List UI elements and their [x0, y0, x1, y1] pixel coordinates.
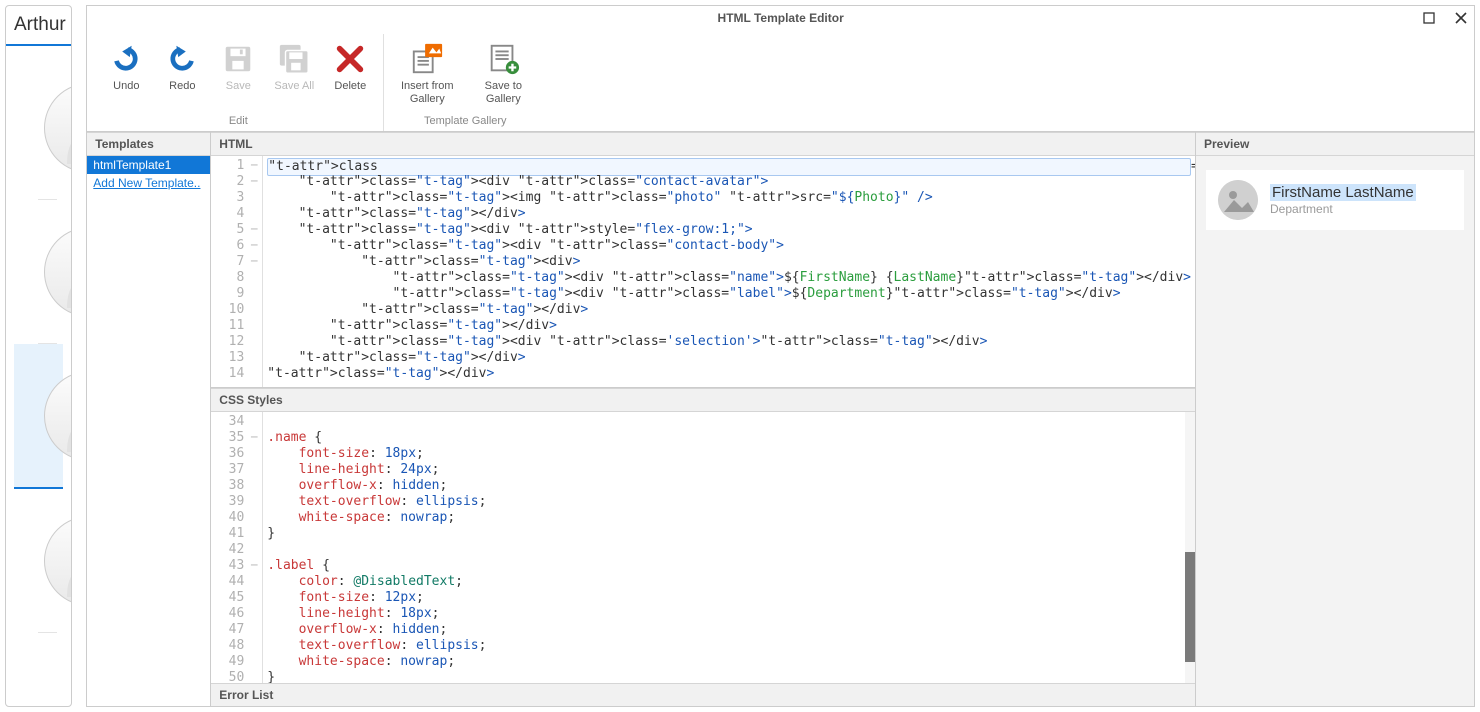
- delete-button[interactable]: Delete: [327, 38, 373, 113]
- redo-label: Redo: [169, 80, 195, 93]
- preview-header: Preview: [1196, 132, 1474, 156]
- center-pane: HTML 1−2−3 4 5−6−7−8 9 10 11 12 13 14 "t…: [211, 132, 1195, 706]
- close-icon: [1455, 12, 1467, 24]
- person-icon: [59, 92, 71, 164]
- html-editor[interactable]: 1−2−3 4 5−6−7−8 9 10 11 12 13 14 "t-attr…: [211, 156, 1195, 388]
- undo-label: Undo: [113, 80, 139, 93]
- window-title: HTML Template Editor: [718, 11, 844, 25]
- save-all-icon: [277, 42, 311, 76]
- save-all-label: Save All: [274, 80, 314, 93]
- css-scrollbar-thumb[interactable]: [1185, 552, 1195, 662]
- save-icon: [221, 42, 255, 76]
- save-to-gallery-icon: [486, 42, 520, 76]
- insert-from-gallery-icon: [410, 42, 444, 76]
- save-to-gallery-button[interactable]: Save to Gallery: [470, 38, 536, 113]
- ribbon-group-title-edit: Edit: [229, 113, 248, 131]
- ribbon-group-edit: Undo Redo Save Save All Delete: [93, 34, 384, 131]
- person-icon: [59, 236, 71, 308]
- delete-label: Delete: [334, 80, 366, 93]
- preview-pane: Preview FirstName LastName Department: [1195, 132, 1474, 706]
- contact-list[interactable]: John Heart Management Samantha Bright Ma…: [6, 46, 71, 706]
- add-new-template-link[interactable]: Add New Template..: [87, 174, 210, 192]
- ribbon-group-title-gallery: Template Gallery: [424, 113, 507, 131]
- save-label: Save: [226, 80, 251, 93]
- person-icon: [59, 525, 71, 597]
- templates-pane: Templates htmlTemplate1 Add New Template…: [87, 132, 211, 706]
- title-bar: HTML Template Editor: [87, 6, 1474, 30]
- html-header: HTML: [211, 132, 1195, 156]
- preview-department: Department: [1270, 202, 1416, 216]
- undo-icon: [109, 42, 143, 76]
- avatar: [44, 516, 71, 606]
- template-editor-window: HTML Template Editor Undo Redo Save: [86, 5, 1475, 707]
- save-button[interactable]: Save: [215, 38, 261, 113]
- save-all-button[interactable]: Save All: [271, 38, 317, 113]
- css-editor[interactable]: 34 35−36 37 38 39 40 41 42 43−44 45 46 4…: [211, 412, 1195, 683]
- preview-card: FirstName LastName Department: [1206, 170, 1464, 230]
- avatar: [44, 83, 71, 173]
- templates-header: Templates: [87, 132, 210, 156]
- contact-item[interactable]: John Heart Management: [38, 56, 57, 200]
- contact-item[interactable]: Robert Reagan Management: [38, 489, 57, 633]
- maximize-button[interactable]: [1420, 9, 1438, 27]
- redo-button[interactable]: Redo: [159, 38, 205, 113]
- css-scrollbar-track[interactable]: [1185, 412, 1195, 683]
- avatar: [44, 227, 71, 317]
- redo-icon: [165, 42, 199, 76]
- insert-from-gallery-button[interactable]: Insert from Gallery: [394, 38, 460, 113]
- save-to-gallery-label: Save to Gallery: [470, 80, 536, 106]
- image-placeholder-icon: [1218, 180, 1258, 220]
- maximize-icon: [1423, 12, 1435, 24]
- ribbon: Undo Redo Save Save All Delete: [87, 30, 1474, 132]
- person-icon: [59, 380, 71, 452]
- error-list-header[interactable]: Error List: [211, 683, 1195, 706]
- undo-button[interactable]: Undo: [103, 38, 149, 113]
- avatar: [44, 371, 71, 461]
- close-button[interactable]: [1452, 9, 1470, 27]
- editor-area: Templates htmlTemplate1 Add New Template…: [87, 132, 1474, 706]
- delete-icon: [333, 42, 367, 76]
- contact-item[interactable]: Samantha Bright Management: [38, 200, 57, 344]
- contacts-panel: John Heart Management Samantha Bright Ma…: [5, 5, 72, 707]
- preview-name: FirstName LastName: [1270, 184, 1416, 201]
- preview-avatar: [1218, 180, 1258, 220]
- search-bar: [6, 6, 71, 46]
- search-input[interactable]: [14, 14, 72, 36]
- ribbon-group-gallery: Insert from Gallery Save to Gallery Temp…: [384, 34, 546, 131]
- insert-from-gallery-label: Insert from Gallery: [394, 80, 460, 106]
- contact-item[interactable]: Arthur Miller Management: [14, 344, 63, 489]
- template-item[interactable]: htmlTemplate1: [87, 156, 210, 174]
- css-header: CSS Styles: [211, 388, 1195, 412]
